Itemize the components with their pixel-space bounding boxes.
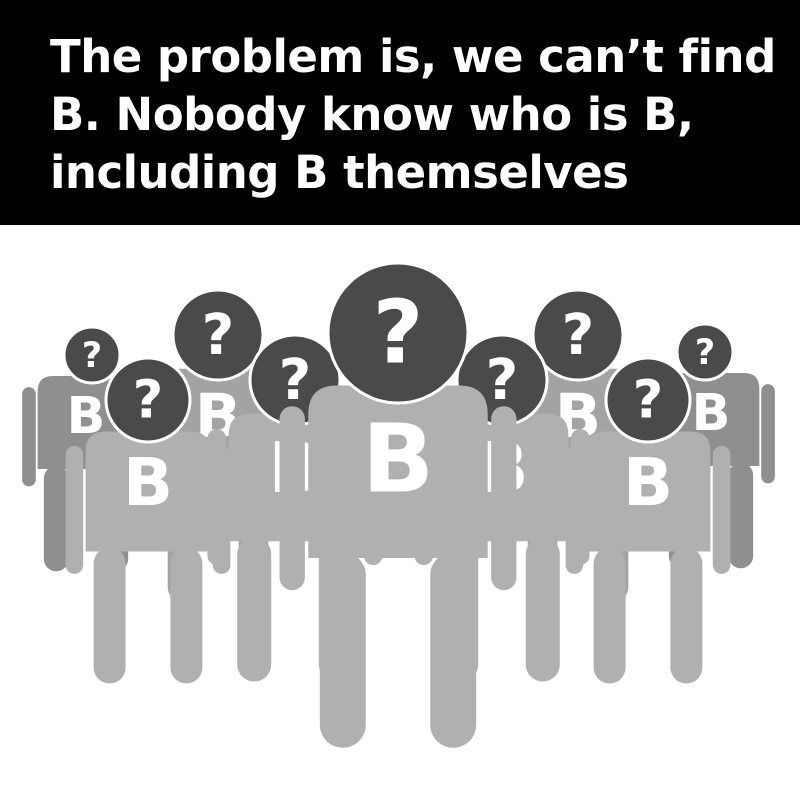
question-mark-icon: ? [695, 333, 715, 373]
crowd-svg: B?B?B?B?B?B?B?B?B? [22, 261, 775, 748]
person-arm-left [279, 406, 305, 591]
question-mark-icon: ? [562, 303, 595, 368]
person-figure: B? [279, 261, 517, 748]
question-mark-icon: ? [373, 281, 424, 383]
person-leg-right [728, 462, 754, 569]
caption-text: The problem is, we can’t find B. Nobody … [50, 30, 776, 199]
question-mark-icon: ? [133, 370, 163, 431]
caption-bar: The problem is, we can’t find B. Nobody … [0, 0, 800, 225]
person-leg-right [170, 547, 203, 684]
person-leg-left [593, 547, 626, 684]
body-letter: B [623, 445, 673, 521]
meme-image: The problem is, we can’t find B. Nobody … [0, 0, 800, 800]
person-leg-right [430, 552, 477, 748]
question-mark-icon: ? [82, 336, 102, 376]
body-letter: B [123, 445, 173, 521]
question-mark-icon: ? [279, 348, 312, 413]
crowd-illustration: B?B?B?B?B?B?B?B?B? [0, 225, 800, 800]
person-leg-left [93, 547, 126, 684]
person-leg-left [319, 552, 366, 748]
body-letter: B [362, 404, 434, 514]
person-arm-left [207, 429, 227, 566]
person-leg-left [43, 465, 69, 572]
question-mark-icon: ? [202, 303, 235, 368]
person-leg-right [525, 537, 560, 682]
person-arm-right [712, 445, 731, 574]
person-arm-left [22, 387, 36, 487]
person-arm-left [65, 445, 84, 574]
question-mark-icon: ? [486, 348, 519, 413]
person-arm-right [761, 384, 775, 484]
question-mark-icon: ? [633, 370, 663, 431]
person-arm-right [570, 429, 590, 566]
person-leg-right [670, 547, 703, 684]
person-leg-left [237, 537, 272, 682]
person-arm-right [491, 406, 517, 591]
